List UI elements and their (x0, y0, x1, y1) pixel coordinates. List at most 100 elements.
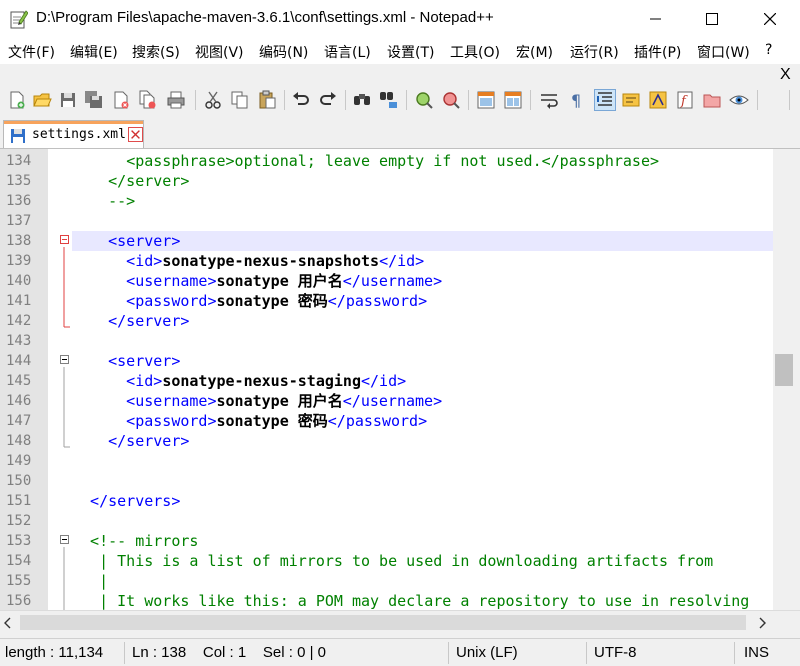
close-document-button[interactable]: X (780, 66, 791, 84)
code-line[interactable]: --> (72, 191, 773, 211)
paste-icon[interactable] (257, 90, 277, 110)
code-line[interactable]: <password>sonatype 密码</password> (72, 291, 773, 311)
xml-comment: | (72, 572, 109, 590)
code-line[interactable] (72, 451, 773, 471)
tab-settings-xml[interactable]: settings.xml (3, 120, 144, 148)
fold-toggle-153[interactable] (60, 535, 69, 544)
code-line[interactable] (72, 331, 773, 351)
sync-vertical-icon[interactable] (476, 90, 496, 110)
undo-icon[interactable] (291, 90, 311, 110)
status-insert-mode: INS (744, 644, 770, 661)
horizontal-scroll-thumb[interactable] (20, 615, 746, 630)
line-number: 141 (6, 293, 32, 309)
find-icon[interactable] (352, 90, 372, 110)
save-icon (11, 129, 25, 143)
menu-tools[interactable]: 工具(O) (450, 42, 500, 62)
close-all-icon[interactable] (138, 90, 158, 110)
code-line[interactable]: <username>sonatype 用户名</username> (72, 271, 773, 291)
menu-macro[interactable]: 宏(M) (516, 42, 553, 62)
line-number: 147 (6, 413, 32, 429)
close-file-icon[interactable] (111, 90, 131, 110)
new-file-icon[interactable] (7, 90, 27, 110)
xml-value: sonatype 用户名 (216, 272, 343, 290)
zoom-in-icon[interactable] (414, 90, 434, 110)
code-line[interactable]: | This is a list of mirrors to be used i… (72, 551, 773, 571)
code-line[interactable]: <passphrase>optional; leave empty if not… (72, 151, 773, 171)
xml-tag: <server> (72, 352, 181, 370)
copy-icon[interactable] (230, 90, 250, 110)
function-icon[interactable]: f (675, 90, 695, 110)
vertical-scroll-thumb[interactable] (775, 354, 793, 386)
fold-toggle-144[interactable] (60, 355, 69, 364)
toolbar-separator (195, 90, 196, 110)
toolbar-separator (757, 90, 758, 110)
line-number: 151 (6, 493, 32, 509)
svg-text:¶: ¶ (571, 91, 581, 110)
menu-file[interactable]: 文件(F) (8, 42, 55, 62)
code-line[interactable]: <server> (72, 231, 773, 251)
doc-map-icon[interactable] (621, 90, 641, 110)
xml-tag: </password> (327, 412, 428, 430)
menu-plugins[interactable]: 插件(P) (634, 42, 681, 62)
code-line[interactable] (72, 511, 773, 531)
close-window-button[interactable] (742, 0, 798, 38)
tab-close-icon[interactable] (128, 127, 143, 142)
code-area[interactable]: <passphrase>optional; leave empty if not… (72, 149, 773, 611)
indent-guide-icon[interactable] (594, 89, 616, 111)
word-wrap-icon[interactable] (539, 90, 559, 110)
code-line[interactable]: | (72, 571, 773, 591)
show-all-chars-icon[interactable]: ¶ (566, 90, 586, 110)
code-line[interactable] (72, 211, 773, 231)
code-line[interactable]: </server> (72, 171, 773, 191)
code-line[interactable]: <server> (72, 351, 773, 371)
save-icon[interactable] (58, 90, 78, 110)
horizontal-scrollbar[interactable] (0, 610, 800, 636)
code-line[interactable]: <!-- mirrors (72, 531, 773, 551)
menu-help[interactable]: ? (765, 42, 772, 58)
vertical-scrollbar[interactable] (773, 149, 800, 611)
line-number: 153 (6, 533, 32, 549)
editor-pane[interactable]: 134 135 136 137 138 139 140 141 142 143 144 145 146 1… (0, 148, 800, 611)
status-position: Ln : 138 Col : 1 Sel : 0 | 0 (132, 644, 327, 661)
code-line[interactable]: </servers> (72, 491, 773, 511)
toolbar-overflow[interactable] (789, 90, 790, 110)
code-line[interactable]: <id>sonatype-nexus-staging</id> (72, 371, 773, 391)
function-list-icon[interactable] (648, 90, 668, 110)
redo-icon[interactable] (318, 90, 338, 110)
print-icon[interactable] (166, 90, 186, 110)
maximize-icon (706, 13, 718, 25)
code-line[interactable]: </server> (72, 311, 773, 331)
code-line[interactable]: | It works like this: a POM may declare … (72, 591, 773, 611)
folder-workspace-icon[interactable] (702, 90, 722, 110)
cut-icon[interactable] (203, 90, 223, 110)
menu-view[interactable]: 视图(V) (195, 42, 244, 62)
code-line[interactable]: <username>sonatype 用户名</username> (72, 391, 773, 411)
scroll-right-icon[interactable] (758, 617, 766, 629)
menu-settings[interactable]: 设置(T) (387, 42, 434, 62)
minimize-button[interactable] (628, 0, 684, 38)
maximize-button[interactable] (684, 0, 740, 38)
fold-toggle-138[interactable] (60, 235, 69, 244)
replace-icon[interactable] (379, 90, 399, 110)
menu-encoding[interactable]: 编码(N) (259, 42, 308, 62)
scroll-left-icon[interactable] (4, 617, 12, 629)
code-line[interactable]: </server> (72, 431, 773, 451)
line-number: 139 (6, 253, 32, 269)
sync-horizontal-icon[interactable] (503, 90, 523, 110)
code-line[interactable]: <password>sonatype 密码</password> (72, 411, 773, 431)
save-all-icon[interactable] (84, 90, 104, 110)
line-number: 144 (6, 353, 32, 369)
eye-icon[interactable] (729, 90, 749, 110)
menu-window[interactable]: 窗口(W) (697, 42, 750, 62)
menu-language[interactable]: 语言(L) (324, 42, 371, 62)
menu-search[interactable]: 搜索(S) (132, 42, 180, 62)
line-number: 143 (6, 333, 32, 349)
menu-edit[interactable]: 编辑(E) (70, 42, 118, 62)
xml-tag: </username> (342, 392, 443, 410)
open-file-icon[interactable] (32, 90, 52, 110)
menu-run[interactable]: 运行(R) (570, 42, 619, 62)
zoom-out-icon[interactable] (441, 90, 461, 110)
status-encoding: UTF-8 (594, 644, 637, 661)
code-line[interactable] (72, 471, 773, 491)
code-line[interactable]: <id>sonatype-nexus-snapshots</id> (72, 251, 773, 271)
